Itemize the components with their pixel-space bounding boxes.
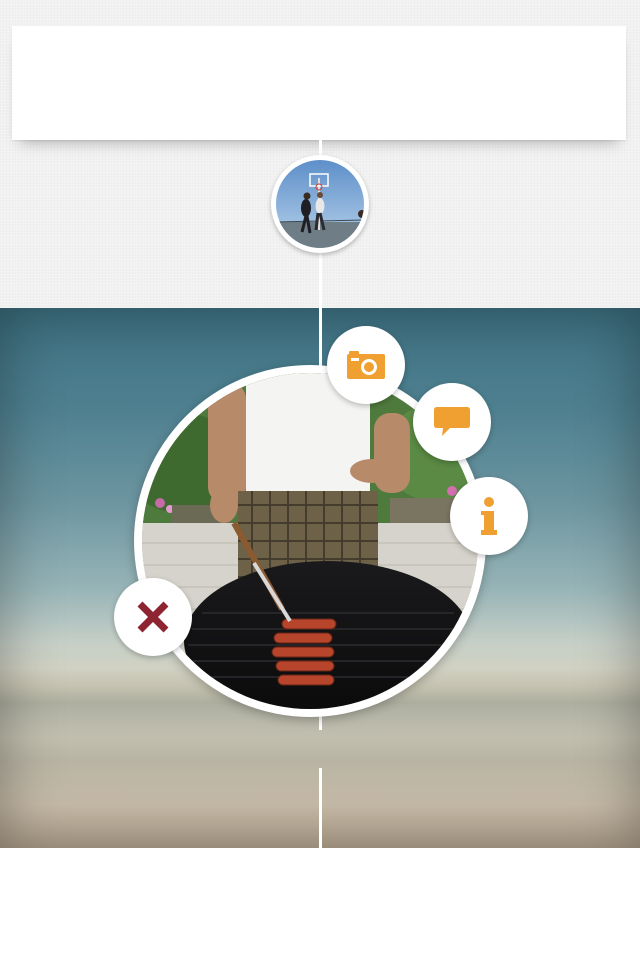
timeline-thumbnail[interactable] (271, 155, 369, 253)
speech-bubble-icon (434, 407, 470, 436)
camera-icon (347, 351, 385, 379)
info-icon (481, 497, 497, 535)
camera-button[interactable] (327, 326, 405, 404)
header-card[interactable] (12, 26, 626, 140)
timeline-line-mid (319, 252, 322, 308)
close-x-icon (137, 601, 169, 633)
timeline-line-hero-top (319, 308, 322, 368)
comment-button[interactable] (413, 383, 491, 461)
timeline-line-hero-mid (319, 716, 322, 730)
close-button[interactable] (114, 578, 192, 656)
bottom-area (0, 848, 640, 960)
timeline-line-hero-bottom (319, 768, 322, 848)
info-button[interactable] (450, 477, 528, 555)
timeline-line-top (319, 140, 322, 156)
basketball-photo-thumbnail (276, 160, 364, 248)
